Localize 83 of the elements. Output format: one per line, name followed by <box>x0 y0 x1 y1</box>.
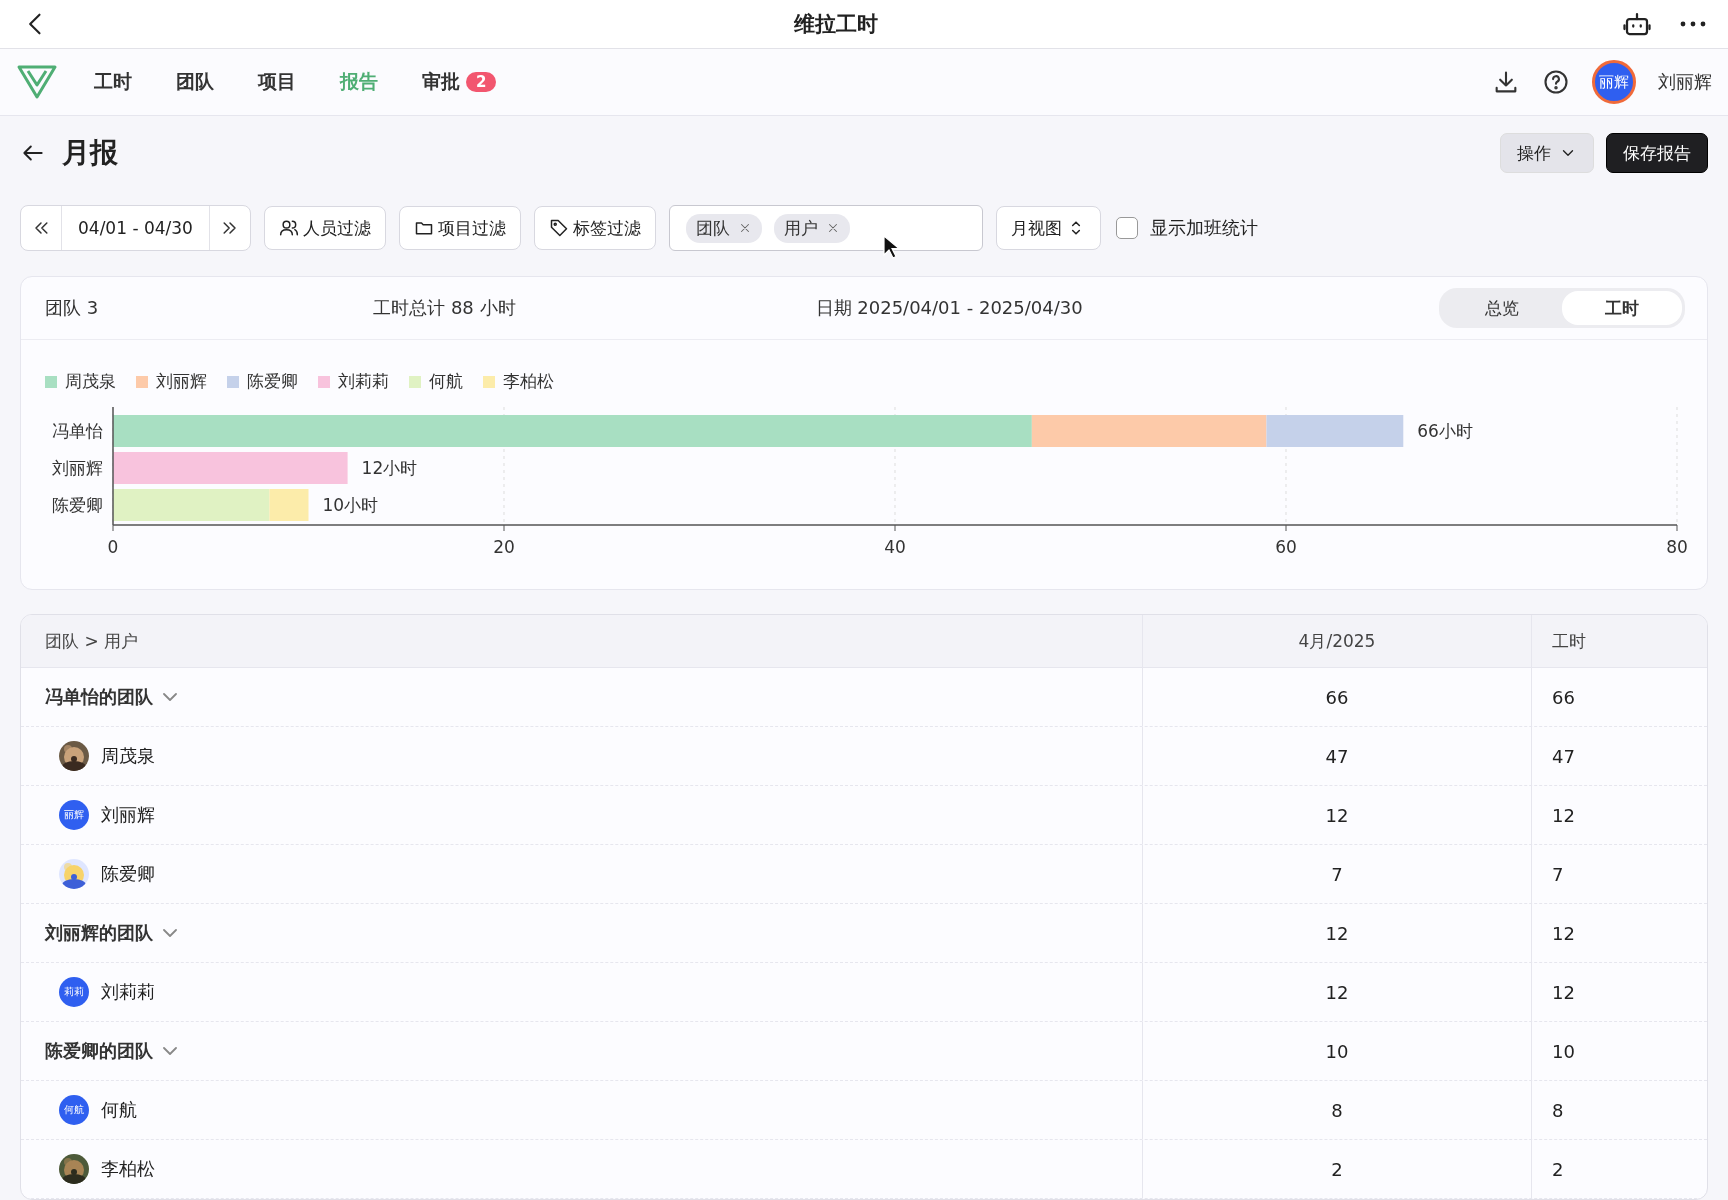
user-avatar[interactable]: 丽辉 <box>1592 60 1636 104</box>
actions-button[interactable]: 操作 <box>1500 133 1594 173</box>
tick-label: 40 <box>884 537 906 557</box>
column-header: 团队 > 用户 <box>44 629 140 653</box>
table-cell: 2 <box>1552 1158 1564 1180</box>
checkbox[interactable] <box>1115 217 1138 239</box>
legend-label: 刘莉莉 <box>338 370 389 393</box>
cursor-icon <box>881 234 900 260</box>
table-cell: 66 <box>1325 686 1349 708</box>
column-header: 4月/2025 <box>1142 615 1531 667</box>
window-title: 维拉工时 <box>794 11 878 38</box>
table-cell: 66 <box>1552 686 1575 708</box>
filter-button[interactable]: 人员过滤 <box>263 206 386 250</box>
tick-label: 60 <box>1275 537 1297 557</box>
table-cell: 12 <box>1552 922 1575 944</box>
table-cell: 7 <box>1552 863 1564 885</box>
people-icon <box>278 218 299 238</box>
group-name: 刘丽辉的团队 <box>45 921 153 945</box>
table-cell: 10 <box>1325 1040 1349 1062</box>
table-cell: 47 <box>1325 745 1349 767</box>
column-header: 工时 <box>1531 615 1707 667</box>
date-range-label: 日期 2025/04/01 - 2025/04/30 <box>815 296 1083 320</box>
group-name: 陈爱卿的团队 <box>45 1039 153 1063</box>
table-cell: 12 <box>1325 804 1349 826</box>
table-cell: 10 <box>1552 1040 1575 1062</box>
logo-icon <box>16 63 58 101</box>
filter-button[interactable]: 项目过滤 <box>398 206 521 250</box>
team-count: 团队 3 <box>45 296 99 320</box>
table-cell: 7 <box>1331 863 1343 885</box>
total-hours: 工时总计 88 小时 <box>373 296 516 320</box>
table-cell: 12 <box>1325 922 1349 944</box>
group-tag: 用户 <box>773 213 850 243</box>
view-tab[interactable]: 总览 <box>1442 291 1562 325</box>
value-label: 12小时 <box>361 458 418 478</box>
help-icon <box>1542 68 1570 96</box>
group-name: 冯单怡的团队 <box>45 685 153 709</box>
user-avatar: 何航 <box>59 1095 89 1125</box>
page-title: 月报 <box>62 135 118 171</box>
filter-button[interactable]: 标签过滤 <box>533 206 656 250</box>
tick-label: 20 <box>493 537 515 557</box>
nav-tab[interactable]: 团队 <box>154 69 236 95</box>
chevron-down-icon[interactable] <box>163 1044 177 1058</box>
legend-label: 何航 <box>429 370 463 393</box>
axis-label: 冯单怡 <box>52 421 103 441</box>
table-cell: 12 <box>1552 804 1575 826</box>
table-cell: 8 <box>1331 1099 1343 1121</box>
tick-label: 0 <box>107 537 119 557</box>
nav-tab[interactable]: 工时 <box>72 69 154 95</box>
nav-tab[interactable]: 审批 2 <box>400 69 519 95</box>
table-cell: 8 <box>1552 1099 1564 1121</box>
table-cell: 12 <box>1552 981 1575 1003</box>
chevron-down-icon[interactable] <box>163 926 177 940</box>
legend-label: 周茂泉 <box>65 370 116 393</box>
nav-tab[interactable]: 项目 <box>236 69 318 95</box>
axis-label: 陈爱卿 <box>52 495 103 515</box>
user-avatar: 丽辉 <box>59 800 89 830</box>
table-cell: 47 <box>1552 745 1575 767</box>
value-label: 10小时 <box>322 495 379 515</box>
save-button[interactable]: 保存报告 <box>1606 133 1708 173</box>
user-name: 刘丽辉 <box>101 803 155 827</box>
count-badge: 2 <box>466 72 497 92</box>
user-name: 陈爱卿 <box>101 862 155 886</box>
legend-label: 陈爱卿 <box>247 370 298 393</box>
view-select[interactable]: 月视图 <box>995 206 1101 250</box>
chevron-down-icon[interactable] <box>163 690 177 704</box>
table-cell: 2 <box>1331 1158 1343 1180</box>
tag-icon <box>548 218 569 238</box>
value-label: 66小时 <box>1417 421 1473 441</box>
view-tab[interactable]: 工时 <box>1562 291 1682 325</box>
legend-label: 刘丽辉 <box>156 370 207 393</box>
tick-label: 80 <box>1666 537 1688 557</box>
user-name: 李柏松 <box>101 1157 155 1181</box>
user-avatar: 莉莉 <box>59 977 89 1007</box>
legend-label: 李柏松 <box>503 370 554 393</box>
checkbox-label: 显示加班统计 <box>1149 216 1258 240</box>
more-icon[interactable] <box>1680 21 1706 27</box>
table-cell: 12 <box>1325 981 1349 1003</box>
user-name: 周茂泉 <box>101 744 155 768</box>
axis-label: 刘丽辉 <box>52 458 103 478</box>
user-name: 刘丽辉 <box>1658 70 1712 94</box>
user-name: 刘莉莉 <box>101 980 155 1004</box>
group-tag: 团队 <box>685 213 762 243</box>
user-name: 何航 <box>101 1098 137 1122</box>
